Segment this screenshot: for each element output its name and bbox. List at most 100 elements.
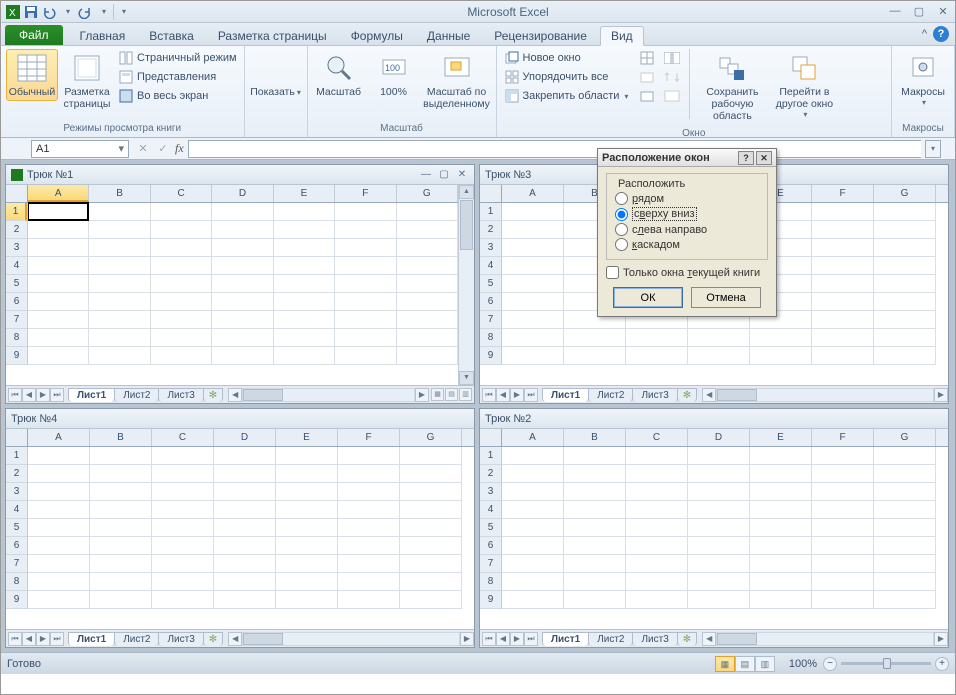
cancel-button[interactable]: Отмена [691, 287, 761, 308]
row-header[interactable]: 9 [6, 347, 27, 365]
view-layout-small[interactable]: ▤ [445, 388, 458, 401]
radio-cascade[interactable]: каскадом [615, 238, 759, 251]
tab-data[interactable]: Данные [416, 25, 481, 45]
col-header[interactable]: G [397, 185, 458, 202]
cell[interactable] [28, 257, 89, 275]
cell[interactable] [274, 293, 335, 311]
cell[interactable] [397, 347, 458, 365]
cell[interactable] [89, 311, 150, 329]
cell[interactable] [335, 203, 396, 221]
cell[interactable] [274, 203, 335, 221]
cell[interactable] [212, 311, 273, 329]
cell[interactable] [335, 347, 396, 365]
row-header[interactable]: 1 [6, 203, 27, 221]
view-normal-icon[interactable]: ▦ [715, 656, 735, 672]
cell[interactable] [89, 293, 150, 311]
sheet-tab[interactable]: Лист2 [588, 632, 633, 646]
row-header[interactable]: 7 [6, 311, 27, 329]
close-button[interactable]: ✕ [935, 5, 951, 18]
cell[interactable] [89, 347, 150, 365]
zoom-percent[interactable]: 100% [789, 658, 817, 670]
tab-home[interactable]: Главная [69, 25, 137, 45]
cell[interactable] [335, 239, 396, 257]
tab-formulas[interactable]: Формулы [340, 25, 414, 45]
view-layout-icon[interactable]: ▤ [735, 656, 755, 672]
tab-review[interactable]: Рецензирование [483, 25, 598, 45]
cell[interactable] [274, 257, 335, 275]
cell[interactable] [151, 275, 212, 293]
dialog-close-button[interactable]: ✕ [756, 151, 772, 165]
formula-input[interactable] [188, 140, 921, 158]
cell[interactable] [212, 293, 273, 311]
cell[interactable] [335, 221, 396, 239]
custom-views-button[interactable]: Представления [116, 68, 239, 86]
new-sheet-tab[interactable]: ✻ [203, 388, 223, 402]
row-header[interactable]: 6 [6, 293, 27, 311]
cell[interactable] [397, 203, 458, 221]
sheet-tab[interactable]: Лист2 [114, 632, 159, 646]
cell[interactable] [335, 329, 396, 347]
sheet-tab[interactable]: Лист3 [158, 388, 203, 402]
radio-tiled[interactable]: рядом [615, 192, 759, 205]
normal-view-button[interactable]: Обычный [6, 49, 58, 101]
zoom-track[interactable] [841, 662, 931, 665]
sheet-tab[interactable]: Лист1 [542, 388, 589, 402]
undo-dropdown[interactable] [59, 4, 75, 20]
minimize-ribbon-icon[interactable]: ^ [922, 28, 927, 40]
horizontal-scrollbar[interactable]: ◀▶ [228, 388, 429, 402]
cell[interactable] [397, 275, 458, 293]
cell[interactable] [212, 275, 273, 293]
sync-scroll-button[interactable] [662, 68, 682, 86]
cell[interactable] [28, 221, 89, 239]
qat-customize[interactable] [113, 4, 129, 20]
zoom-thumb[interactable] [883, 658, 891, 669]
first-sheet[interactable]: ⏮ [8, 388, 22, 402]
dialog-help-button[interactable]: ? [738, 151, 754, 165]
cell[interactable] [212, 257, 273, 275]
cell[interactable] [274, 311, 335, 329]
scroll-thumb[interactable] [460, 200, 473, 250]
cell[interactable] [397, 221, 458, 239]
macros-button[interactable]: Макросы [897, 49, 949, 110]
redo-dropdown[interactable] [95, 4, 111, 20]
new-sheet-tab[interactable]: ✻ [677, 632, 697, 646]
scroll-up[interactable]: ▲ [459, 185, 474, 199]
cell[interactable] [89, 275, 150, 293]
save-workspace-button[interactable]: Сохранить рабочую область [697, 49, 767, 125]
cell[interactable] [274, 275, 335, 293]
cell[interactable] [28, 329, 89, 347]
cell[interactable] [151, 293, 212, 311]
reset-position-button[interactable] [662, 87, 682, 105]
cell[interactable] [151, 257, 212, 275]
cell[interactable] [89, 203, 150, 221]
cell[interactable] [28, 311, 89, 329]
workbook-window-2[interactable]: Трюк №2 123456789 ABCDEFG ⏮◀▶⏭ [479, 408, 949, 648]
wb-close[interactable]: ✕ [455, 169, 469, 180]
col-header[interactable]: A [28, 185, 89, 202]
cell[interactable] [212, 239, 273, 257]
cell[interactable] [28, 293, 89, 311]
cell[interactable] [151, 347, 212, 365]
fullscreen-button[interactable]: Во весь экран [116, 87, 239, 105]
cell[interactable] [89, 329, 150, 347]
expand-formula-bar[interactable]: ▾ [925, 140, 941, 158]
radio-vertical[interactable]: слева направо [615, 223, 759, 236]
side-by-side-button[interactable] [662, 49, 682, 67]
redo-icon[interactable] [77, 4, 93, 20]
new-sheet-tab[interactable]: ✻ [677, 388, 697, 402]
cell[interactable] [151, 221, 212, 239]
vertical-scrollbar[interactable]: ▲▼ [458, 185, 474, 385]
namebox-dropdown-icon[interactable]: ▾ [118, 142, 124, 155]
workbook-window-1[interactable]: Трюк №1 —▢✕ 1 2 3 4 5 6 7 8 9 [5, 164, 475, 404]
cell[interactable] [28, 239, 89, 257]
workbook-titlebar[interactable]: Трюк №2 [480, 409, 948, 429]
col-header[interactable]: C [151, 185, 212, 202]
zoom-100-button[interactable]: 100 100% [368, 49, 420, 101]
zoom-out-button[interactable]: − [823, 657, 837, 671]
zoom-button[interactable]: Масштаб [313, 49, 365, 101]
sheet-tab[interactable]: Лист2 [588, 388, 633, 402]
last-sheet[interactable]: ⏭ [50, 388, 64, 402]
scroll-right[interactable]: ▶ [415, 388, 429, 402]
cell[interactable] [274, 239, 335, 257]
split-button[interactable] [637, 49, 657, 67]
